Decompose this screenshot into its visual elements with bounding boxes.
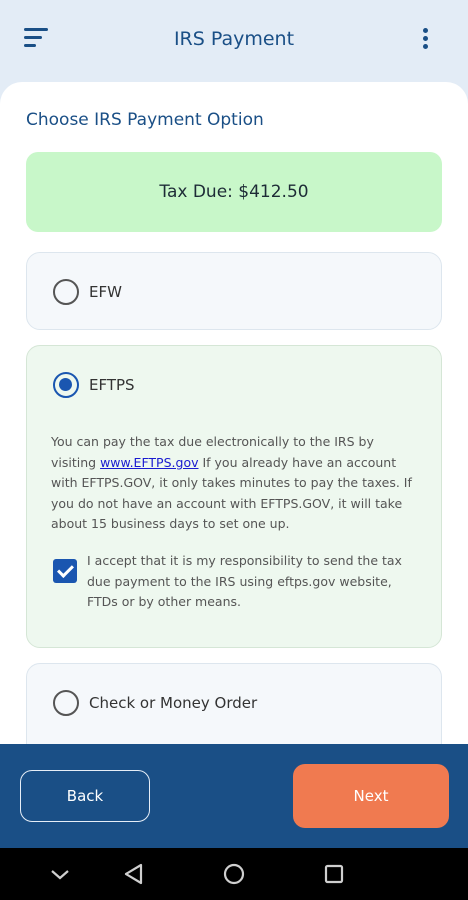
chevron-down-icon[interactable] <box>48 862 72 886</box>
check-radio[interactable] <box>53 690 79 716</box>
section-title: Choose IRS Payment Option <box>26 110 264 130</box>
accept-row[interactable]: I accept that it is my responsibility to… <box>53 551 417 613</box>
page-title: IRS Payment <box>173 28 295 50</box>
eftps-radio[interactable] <box>53 372 79 398</box>
accept-text: I accept that it is my responsibility to… <box>87 553 402 609</box>
footer-bar: Back Next <box>0 744 468 848</box>
eftps-label: EFTPS <box>89 376 135 394</box>
tax-due-text: Tax Due: $412.50 <box>159 182 309 202</box>
tax-due-box: Tax Due: $412.50 <box>26 152 442 232</box>
check-label: Check or Money Order <box>89 694 258 712</box>
efw-radio-row[interactable]: EFW <box>53 279 122 305</box>
option-efw[interactable]: EFW <box>26 252 442 330</box>
app-header: IRS Payment <box>0 0 468 82</box>
back-button[interactable]: Back <box>20 770 150 822</box>
efw-radio[interactable] <box>53 279 79 305</box>
square-recent-icon[interactable] <box>322 862 346 886</box>
circle-home-icon[interactable] <box>222 862 246 886</box>
system-nav-bar <box>0 848 468 900</box>
eftps-radio-row[interactable]: EFTPS <box>53 372 135 398</box>
triangle-back-icon[interactable] <box>122 862 146 886</box>
check-radio-row[interactable]: Check or Money Order <box>53 690 257 716</box>
accept-checkbox[interactable] <box>53 559 77 583</box>
eftps-link[interactable]: www.EFTPS.gov <box>100 455 198 470</box>
more-vertical-icon[interactable] <box>418 26 434 52</box>
efw-label: EFW <box>89 283 122 301</box>
payment-options-panel: Choose IRS Payment Option Tax Due: $412.… <box>0 82 468 744</box>
next-button[interactable]: Next <box>293 764 449 828</box>
option-eftps[interactable]: EFTPS You can pay the tax due electronic… <box>26 345 442 648</box>
eftps-description: You can pay the tax due electronically t… <box>51 432 417 535</box>
option-check-money-order[interactable]: Check or Money Order <box>26 663 442 744</box>
